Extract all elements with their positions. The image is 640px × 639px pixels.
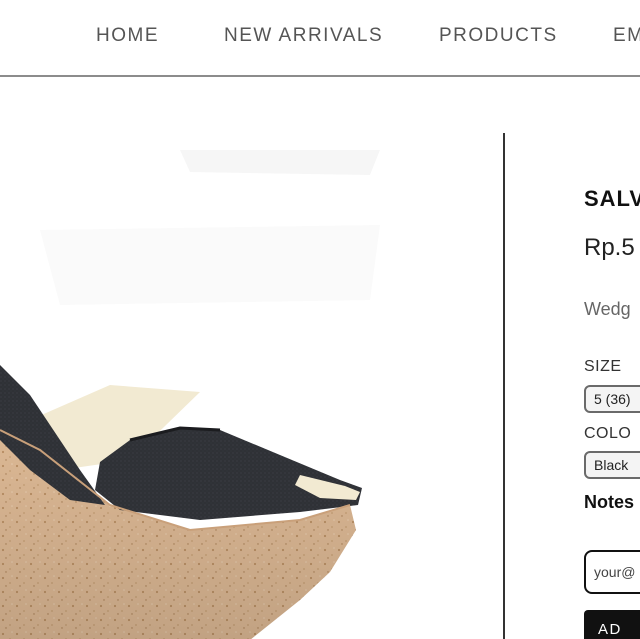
- product-price: Rp.5: [584, 234, 635, 261]
- product-image: [0, 77, 480, 639]
- color-label: COLO: [584, 425, 632, 442]
- size-label: SIZE: [584, 358, 622, 375]
- product-page: HOME NEW ARRIVALS PRODUCTS EM SALV Rp.5 …: [0, 0, 640, 639]
- nav-products-link[interactable]: PRODUCTS: [439, 25, 558, 47]
- email-field[interactable]: [584, 550, 640, 594]
- product-details-panel: SALV Rp.5 Wedg SIZE 5 (36) COLO Black No…: [584, 0, 640, 639]
- color-select[interactable]: Black: [584, 451, 640, 479]
- vertical-divider: [503, 133, 505, 639]
- top-navigation: HOME NEW ARRIVALS PRODUCTS EM: [0, 0, 640, 77]
- product-description: Wedg: [584, 299, 631, 319]
- nav-home-link[interactable]: HOME: [96, 25, 159, 47]
- add-to-cart-button[interactable]: AD: [584, 610, 640, 639]
- size-select[interactable]: 5 (36): [584, 385, 640, 413]
- wedge-sandal-illustration: [0, 150, 380, 639]
- nav-new-arrivals-link[interactable]: NEW ARRIVALS: [224, 25, 383, 47]
- product-title: SALV: [584, 186, 640, 211]
- notes-label: Notes: [584, 492, 635, 512]
